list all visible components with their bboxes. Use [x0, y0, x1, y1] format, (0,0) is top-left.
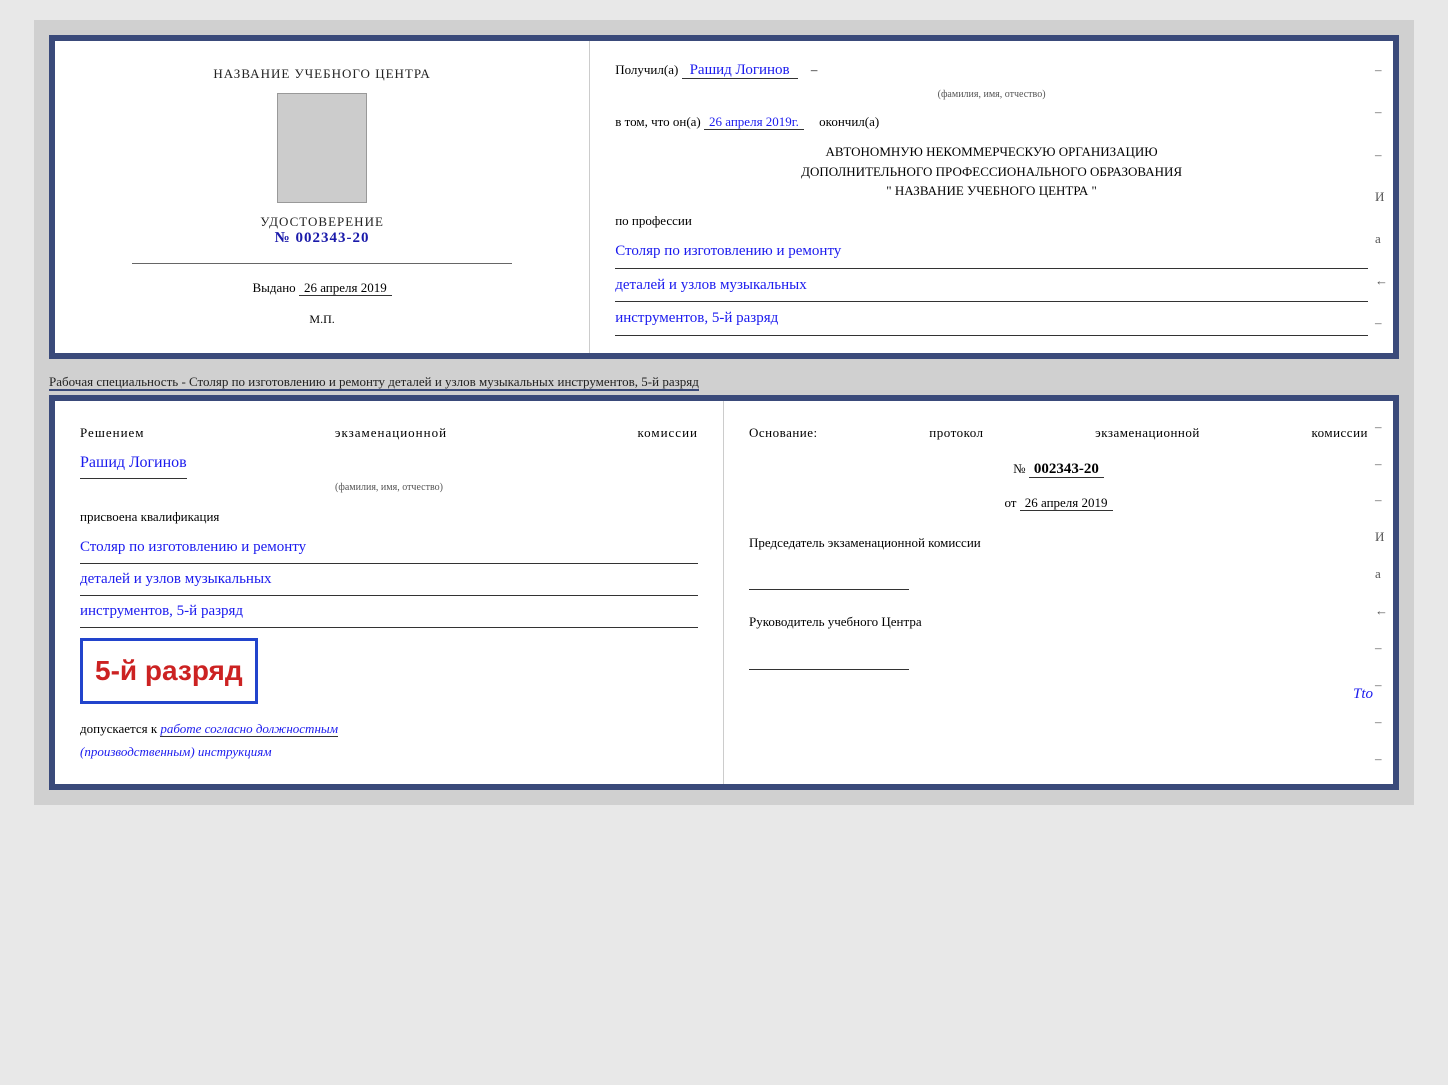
basis-label: Основание: протокол экзаменационной коми… [749, 421, 1368, 444]
certificate-card-top: НАЗВАНИЕ УЧЕБНОГО ЦЕНТРА УДОСТОВЕРЕНИЕ №… [49, 35, 1399, 359]
head-label: Руководитель учебного Центра [749, 610, 1368, 633]
cert2-name: Рашид Логинов [80, 449, 187, 479]
specialty-underlined: Столяр по изготовлению и ремонту деталей… [189, 374, 699, 391]
issued-label: Выдано [252, 280, 295, 295]
received-row: Получил(а) Рашид Логинов – (фамилия, имя… [615, 56, 1368, 104]
chairman-signature-line [749, 572, 909, 590]
profession-line2: деталей и узлов музыкальных [615, 271, 1368, 303]
cert-right-panel: Получил(а) Рашид Логинов – (фамилия, имя… [590, 41, 1393, 353]
допускается-value: работе согласно должностным [160, 721, 338, 737]
specialty-label: Рабочая специальность - Столяр по изгото… [49, 367, 1399, 395]
training-center-label: НАЗВАНИЕ УЧЕБНОГО ЦЕНТРА [213, 66, 430, 82]
org-line3: " НАЗВАНИЕ УЧЕБНОГО ЦЕНТРА " [615, 181, 1368, 201]
chairman-label: Председатель экзаменационной комиссии [749, 531, 1368, 554]
fio-hint-top: (фамилия, имя, отчество) [615, 85, 1368, 104]
date-row: в том, что он(а) 26 апреля 2019г. окончи… [615, 110, 1368, 135]
certificate-card-bottom: Решением экзаменационной комиссии Рашид … [49, 395, 1399, 790]
head-signature-line [749, 652, 909, 670]
rank-badge: 5-й разряд [80, 638, 258, 704]
cert-number-prefix: № [275, 230, 291, 246]
issued-date: 26 апреля 2019 [299, 280, 392, 296]
org-block: АВТОНОМНУЮ НЕКОММЕРЧЕСКУЮ ОРГАНИЗАЦИЮ ДО… [615, 142, 1368, 201]
cert2-date-prefix: от [1004, 495, 1016, 510]
cert-issued: Выдано 26 апреля 2019 [252, 280, 391, 296]
допускается-row: допускается к работе согласно должностны… [80, 717, 698, 764]
cert2-date-row: от 26 апреля 2019 [749, 491, 1368, 514]
recipient-name: Рашид Логинов [682, 62, 798, 79]
right-dashes-top: –––Иа←– [1375, 41, 1388, 353]
received-label: Получил(а) [615, 62, 678, 77]
date-value-top: 26 апреля 2019г. [704, 114, 804, 130]
decision-text: Решением экзаменационной комиссии [80, 421, 698, 444]
badge-text: 5-й разряд [95, 655, 243, 686]
specialty-prefix: Рабочая специальность - [49, 374, 189, 391]
допускается-prefix: допускается к [80, 721, 157, 736]
cert-number: № 002343-20 [260, 230, 384, 247]
document-container: НАЗВАНИЕ УЧЕБНОГО ЦЕНТРА УДОСТОВЕРЕНИЕ №… [34, 20, 1414, 805]
chairman-block: Председатель экзаменационной комиссии [749, 531, 1368, 590]
org-line1: АВТОНОМНУЮ НЕКОММЕРЧЕСКУЮ ОРГАНИЗАЦИЮ [615, 142, 1368, 162]
tto-annotation: Tto [1353, 681, 1373, 708]
profession-line3: инструментов, 5-й разряд [615, 304, 1368, 336]
profession-label: по профессии [615, 209, 1368, 234]
head-block: Руководитель учебного Центра [749, 610, 1368, 669]
cert2-qual-line3: инструментов, 5-й разряд [80, 598, 698, 628]
допускается-line2: (производственным) инструкциям [80, 744, 272, 759]
cert-left-panel: НАЗВАНИЕ УЧЕБНОГО ЦЕНТРА УДОСТОВЕРЕНИЕ №… [55, 41, 590, 353]
cert2-date-value: 26 апреля 2019 [1020, 495, 1113, 511]
finished-label: окончил(а) [819, 114, 879, 129]
cert2-name-row: Рашид Логинов (фамилия, имя, отчество) [80, 449, 698, 497]
qualification-label: присвоена квалификация [80, 505, 698, 528]
mp-label: М.П. [309, 312, 334, 327]
protocol-prefix: № [1013, 461, 1025, 476]
cert-number-value: 002343-20 [296, 230, 370, 246]
date-label: в том, что он(а) [615, 114, 701, 129]
cert-title: УДОСТОВЕРЕНИЕ [260, 214, 384, 230]
right-dashes-bottom: –––Иа←–––– [1375, 401, 1388, 784]
org-line2: ДОПОЛНИТЕЛЬНОГО ПРОФЕССИОНАЛЬНОГО ОБРАЗО… [615, 162, 1368, 182]
profession-line1: Столяр по изготовлению и ремонту [615, 237, 1368, 269]
cert2-right-panel: Основание: протокол экзаменационной коми… [724, 401, 1393, 784]
protocol-row: № 002343-20 [749, 456, 1368, 483]
cert2-qual-line1: Столяр по изготовлению и ремонту [80, 534, 698, 564]
photo-placeholder [277, 93, 367, 203]
cert2-left-panel: Решением экзаменационной комиссии Рашид … [55, 401, 724, 784]
cert2-qual-line2: деталей и узлов музыкальных [80, 566, 698, 596]
cert2-fio-hint: (фамилия, имя, отчество) [80, 479, 698, 497]
protocol-number: 002343-20 [1029, 461, 1104, 478]
